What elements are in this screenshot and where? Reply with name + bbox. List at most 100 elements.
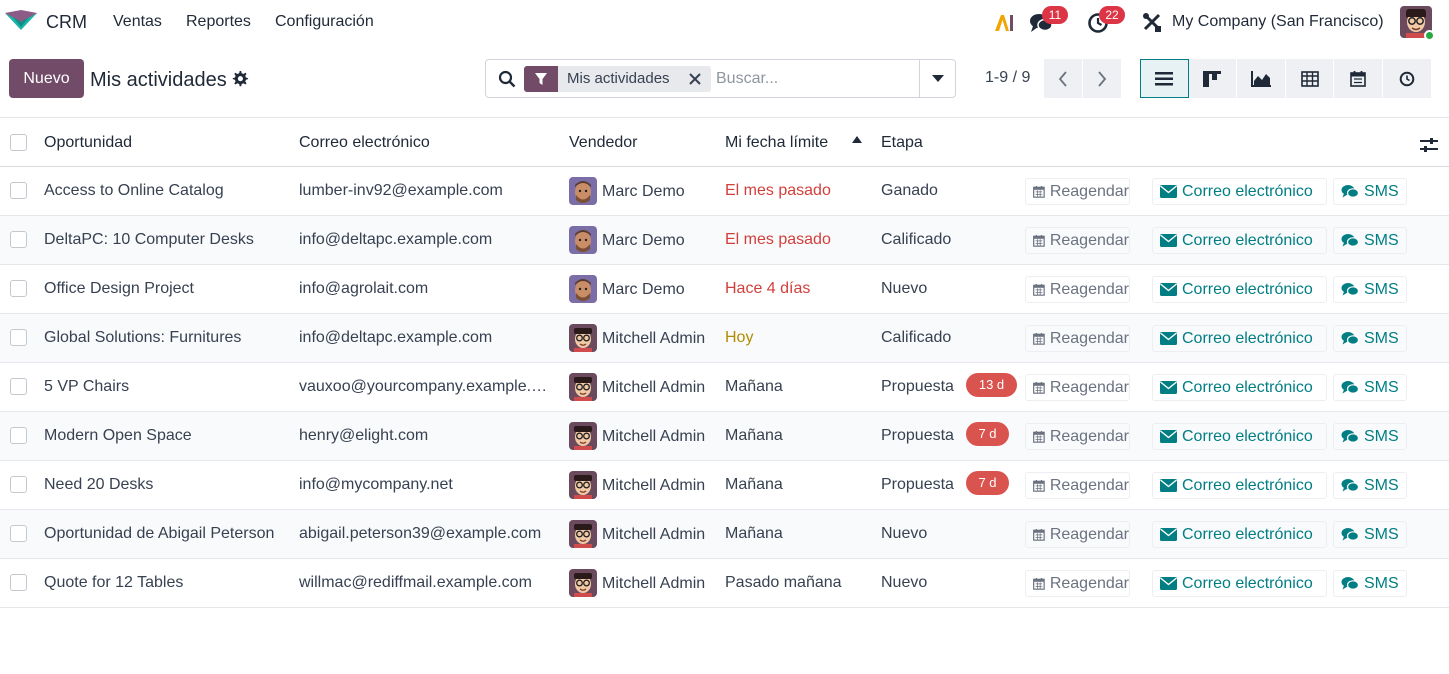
salesperson-avatar[interactable]: [569, 226, 597, 254]
email-button[interactable]: Correo electrónico: [1152, 227, 1327, 254]
table-row[interactable]: Global Solutions: Furnitures info@deltap…: [0, 314, 1449, 363]
view-kanban-button[interactable]: [1188, 59, 1238, 98]
crm-app-icon[interactable]: [4, 8, 38, 32]
search-icon[interactable]: [498, 70, 516, 88]
email-button[interactable]: Correo electrónico: [1152, 423, 1327, 450]
sms-button[interactable]: SMS: [1333, 227, 1407, 254]
view-switcher: [1140, 59, 1432, 98]
reschedule-label: Reagendar: [1049, 378, 1129, 396]
pager-value[interactable]: 1-9 / 9: [985, 69, 1030, 87]
reschedule-button[interactable]: Reagendar: [1025, 178, 1130, 205]
view-activity-button[interactable]: [1382, 59, 1432, 98]
chat-bubbles-icon: [1341, 234, 1359, 247]
table-row[interactable]: 5 VP Chairs vauxoo@yourcompany.example.c…: [0, 363, 1449, 412]
sms-button[interactable]: SMS: [1333, 325, 1407, 352]
reschedule-button[interactable]: Reagendar: [1025, 276, 1130, 303]
reschedule-button[interactable]: Reagendar: [1025, 325, 1130, 352]
row-checkbox[interactable]: [10, 182, 27, 199]
header-salesperson[interactable]: Vendedor: [569, 134, 638, 152]
row-checkbox[interactable]: [10, 231, 27, 248]
table-row[interactable]: Quote for 12 Tables willmac@rediffmail.e…: [0, 559, 1449, 608]
user-avatar[interactable]: [1400, 6, 1435, 41]
chevron-left-icon: [1058, 70, 1067, 87]
sms-button[interactable]: SMS: [1333, 521, 1407, 548]
row-checkbox[interactable]: [10, 378, 27, 395]
row-checkbox[interactable]: [10, 574, 27, 591]
email-button[interactable]: Correo electrónico: [1152, 276, 1327, 303]
sms-button[interactable]: SMS: [1333, 472, 1407, 499]
view-list-button[interactable]: [1140, 59, 1189, 98]
reschedule-button[interactable]: Reagendar: [1025, 374, 1130, 401]
sms-button[interactable]: SMS: [1333, 374, 1407, 401]
reschedule-button[interactable]: Reagendar: [1025, 521, 1130, 548]
facet-remove-icon[interactable]: [680, 66, 710, 92]
salesperson-avatar[interactable]: [569, 275, 597, 303]
sms-button[interactable]: SMS: [1333, 276, 1407, 303]
row-checkbox[interactable]: [10, 476, 27, 493]
select-all-checkbox[interactable]: [10, 134, 27, 151]
row-checkbox[interactable]: [10, 525, 27, 542]
email-button[interactable]: Correo electrónico: [1152, 178, 1327, 205]
reschedule-button[interactable]: Reagendar: [1025, 227, 1130, 254]
menu-reportes[interactable]: Reportes: [186, 13, 251, 31]
messages-icon[interactable]: 11: [1026, 6, 1068, 38]
sms-button[interactable]: SMS: [1333, 423, 1407, 450]
company-switcher[interactable]: My Company (San Francisco): [1172, 13, 1384, 31]
menu-ventas[interactable]: Ventas: [113, 13, 162, 31]
tools-icon[interactable]: [1137, 8, 1167, 38]
table-row[interactable]: Access to Online Catalog lumber-inv92@ex…: [0, 167, 1449, 216]
email-button[interactable]: Correo electrónico: [1152, 325, 1327, 352]
row-checkbox[interactable]: [10, 329, 27, 346]
pager-next-button[interactable]: [1083, 59, 1121, 98]
salesperson-avatar[interactable]: [569, 373, 597, 401]
pager-previous-button[interactable]: [1044, 59, 1082, 98]
salesperson-avatar[interactable]: [569, 520, 597, 548]
header-opportunity[interactable]: Oportunidad: [44, 134, 132, 152]
sms-label: SMS: [1364, 231, 1399, 249]
table-row[interactable]: Office Design Project info@agrolait.com …: [0, 265, 1449, 314]
row-checkbox[interactable]: [10, 280, 27, 297]
table-row[interactable]: Need 20 Desks info@mycompany.net Mitchel…: [0, 461, 1449, 510]
new-button[interactable]: Nuevo: [9, 59, 84, 98]
cell-stage: Propuesta: [881, 378, 954, 395]
reschedule-button[interactable]: Reagendar: [1025, 423, 1130, 450]
cell-stage: Propuesta: [881, 476, 954, 493]
table-row[interactable]: Oportunidad de Abigail Peterson abigail.…: [0, 510, 1449, 559]
view-calendar-button[interactable]: [1334, 59, 1383, 98]
reschedule-label: Reagendar: [1049, 476, 1129, 494]
salesperson-avatar[interactable]: [569, 177, 597, 205]
app-name[interactable]: CRM: [46, 12, 87, 33]
reschedule-button[interactable]: Reagendar: [1025, 570, 1130, 597]
sms-button[interactable]: SMS: [1333, 178, 1407, 205]
optional-columns-icon[interactable]: [1419, 136, 1439, 154]
activities-clock-icon[interactable]: 22: [1083, 6, 1125, 38]
header-email[interactable]: Correo electrónico: [299, 134, 430, 152]
view-pivot-button[interactable]: [1285, 59, 1335, 98]
search-options-toggle[interactable]: [919, 60, 955, 97]
view-graph-button[interactable]: [1237, 59, 1286, 98]
salesperson-avatar[interactable]: [569, 471, 597, 499]
sms-label: SMS: [1364, 476, 1399, 494]
gear-icon[interactable]: [232, 71, 249, 88]
cell-stage: Propuesta: [881, 427, 954, 444]
salesperson-avatar[interactable]: [569, 569, 597, 597]
search-input[interactable]: [716, 68, 916, 90]
cell-salesperson: Mitchell Admin: [602, 526, 706, 543]
salesperson-avatar[interactable]: [569, 422, 597, 450]
reschedule-button[interactable]: Reagendar: [1025, 472, 1130, 499]
table-row[interactable]: Modern Open Space henry@elight.com Mitch…: [0, 412, 1449, 461]
ai-icon[interactable]: [990, 8, 1020, 38]
header-stage[interactable]: Etapa: [881, 134, 923, 152]
sms-button[interactable]: SMS: [1333, 570, 1407, 597]
row-checkbox[interactable]: [10, 427, 27, 444]
email-button[interactable]: Correo electrónico: [1152, 521, 1327, 548]
salesperson-avatar[interactable]: [569, 324, 597, 352]
email-button[interactable]: Correo electrónico: [1152, 570, 1327, 597]
table-row[interactable]: DeltaPC: 10 Computer Desks info@deltapc.…: [0, 216, 1449, 265]
menu-configuracion[interactable]: Configuración: [275, 13, 374, 31]
email-button[interactable]: Correo electrónico: [1152, 472, 1327, 499]
email-button[interactable]: Correo electrónico: [1152, 374, 1327, 401]
cell-email: info@deltapc.example.com: [299, 329, 493, 346]
reschedule-label: Reagendar: [1049, 427, 1129, 445]
header-deadline[interactable]: Mi fecha límite: [725, 134, 828, 152]
